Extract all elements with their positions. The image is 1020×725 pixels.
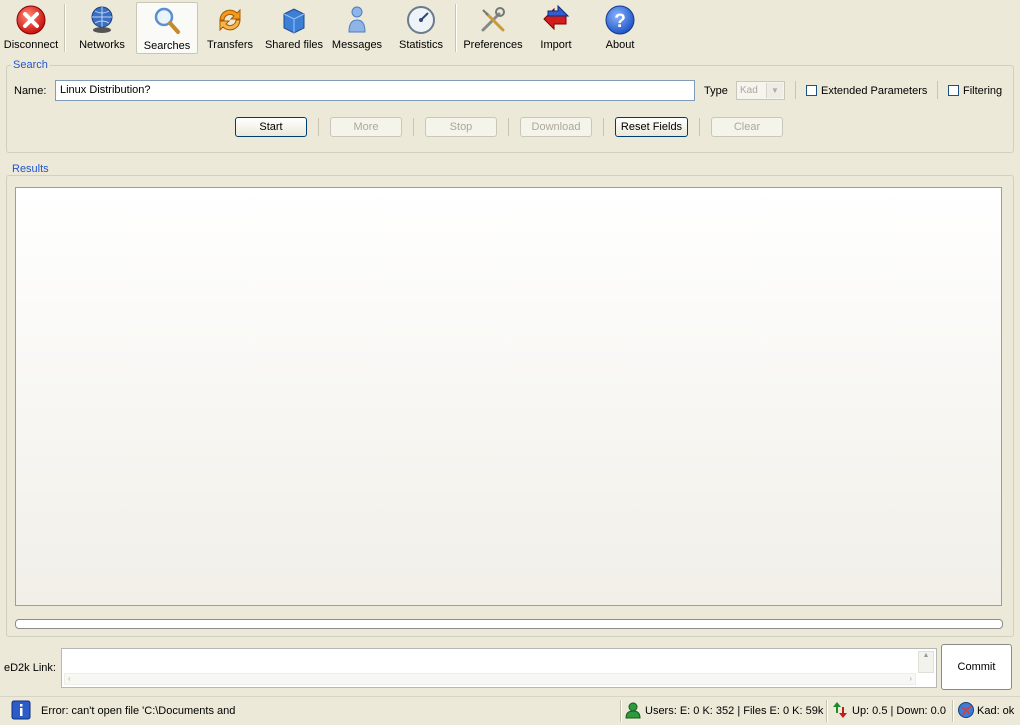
extended-parameters-label: Extended Parameters <box>821 85 928 97</box>
results-list[interactable] <box>15 187 1002 606</box>
filtering-checkbox[interactable] <box>948 85 959 96</box>
name-label: Name: <box>14 85 47 97</box>
disconnect-label: Disconnect <box>3 39 59 51</box>
shared-files-button[interactable]: Shared files <box>262 2 326 54</box>
statistics-button[interactable]: Statistics <box>392 2 450 54</box>
extended-parameters-checkbox[interactable] <box>806 85 817 96</box>
status-message: Error: can't open file 'C:\Documents and <box>41 705 236 717</box>
users-icon <box>625 702 641 719</box>
kad-status-icon <box>958 702 974 718</box>
clear-button[interactable]: Clear <box>711 117 783 137</box>
status-separator <box>952 700 954 722</box>
up-down-arrows-icon <box>833 702 847 718</box>
import-icon <box>543 4 570 31</box>
import-label: Import <box>540 39 572 51</box>
transfers-icon <box>219 8 241 32</box>
horizontal-scrollbar[interactable]: ‹ › <box>64 673 916 685</box>
status-separator <box>620 700 622 722</box>
transfer-rate-status: Up: 0.5 | Down: 0.0 <box>852 705 946 717</box>
searches-button[interactable]: Searches <box>136 2 198 54</box>
searches-label: Searches <box>143 40 191 52</box>
status-bar: Error: can't open file 'C:\Documents and… <box>0 696 1020 725</box>
kad-status: Kad: ok <box>977 705 1015 717</box>
search-name-input[interactable]: Linux Distribution? <box>55 80 695 101</box>
preferences-label: Preferences <box>463 39 523 51</box>
networks-label: Networks <box>79 39 125 51</box>
about-button[interactable]: ? About <box>594 2 646 54</box>
networks-icon <box>91 6 113 33</box>
filtering-label: Filtering <box>963 85 1003 97</box>
search-progress-bar <box>15 619 1003 629</box>
separator <box>508 118 509 136</box>
messages-icon <box>348 6 366 33</box>
type-label: Type <box>704 85 728 97</box>
messages-label: Messages <box>331 39 383 51</box>
shared-files-label: Shared files <box>264 39 324 51</box>
status-separator <box>826 700 828 722</box>
separator <box>318 118 319 136</box>
disconnect-icon <box>16 5 46 35</box>
svg-text:?: ? <box>614 11 626 32</box>
about-label: About <box>605 39 635 51</box>
ed2k-link-input[interactable]: ▲ ‹ › <box>61 648 937 688</box>
separator <box>937 81 938 99</box>
search-group-title: Search <box>11 59 50 71</box>
transfers-button[interactable]: Transfers <box>202 2 258 54</box>
preferences-icon <box>481 7 505 32</box>
statistics-icon <box>407 6 435 34</box>
separator <box>699 118 700 136</box>
reset-fields-button[interactable]: Reset Fields <box>615 117 688 137</box>
transfers-label: Transfers <box>206 39 254 51</box>
vertical-scrollbar[interactable]: ▲ <box>918 651 934 673</box>
download-button[interactable]: Download <box>520 117 592 137</box>
chevron-left-icon: ‹ <box>68 674 71 683</box>
statistics-label: Statistics <box>398 39 443 51</box>
about-icon: ? <box>605 5 635 35</box>
type-select-value: Kad <box>740 85 758 96</box>
shared-files-icon <box>283 8 305 34</box>
commit-button[interactable]: Commit <box>941 644 1012 690</box>
type-select[interactable]: Kad ▼ <box>736 81 785 100</box>
disconnect-button[interactable]: Disconnect <box>2 2 60 54</box>
info-icon <box>11 700 31 720</box>
chevron-down-icon: ▼ <box>766 83 783 98</box>
chevron-right-icon: › <box>909 674 912 683</box>
users-files-status: Users: E: 0 K: 352 | Files E: 0 K: 59k <box>645 705 824 717</box>
networks-button[interactable]: Networks <box>72 2 132 54</box>
separator <box>795 81 796 99</box>
more-button[interactable]: More <box>330 117 402 137</box>
start-button[interactable]: Start <box>235 117 307 137</box>
main-toolbar: Disconnect Networks Searches Transfers S… <box>0 0 1020 56</box>
separator <box>413 118 414 136</box>
separator <box>603 118 604 136</box>
results-group-title: Results <box>10 163 51 175</box>
stop-button[interactable]: Stop <box>425 117 497 137</box>
import-button[interactable]: Import <box>530 2 582 54</box>
search-group <box>6 65 1014 153</box>
preferences-button[interactable]: Preferences <box>461 2 525 54</box>
toolbar-separator <box>64 4 66 52</box>
toolbar-separator <box>455 4 457 52</box>
messages-button[interactable]: Messages <box>330 2 384 54</box>
ed2k-link-label: eD2k Link: <box>4 662 56 674</box>
searches-icon <box>154 7 180 34</box>
